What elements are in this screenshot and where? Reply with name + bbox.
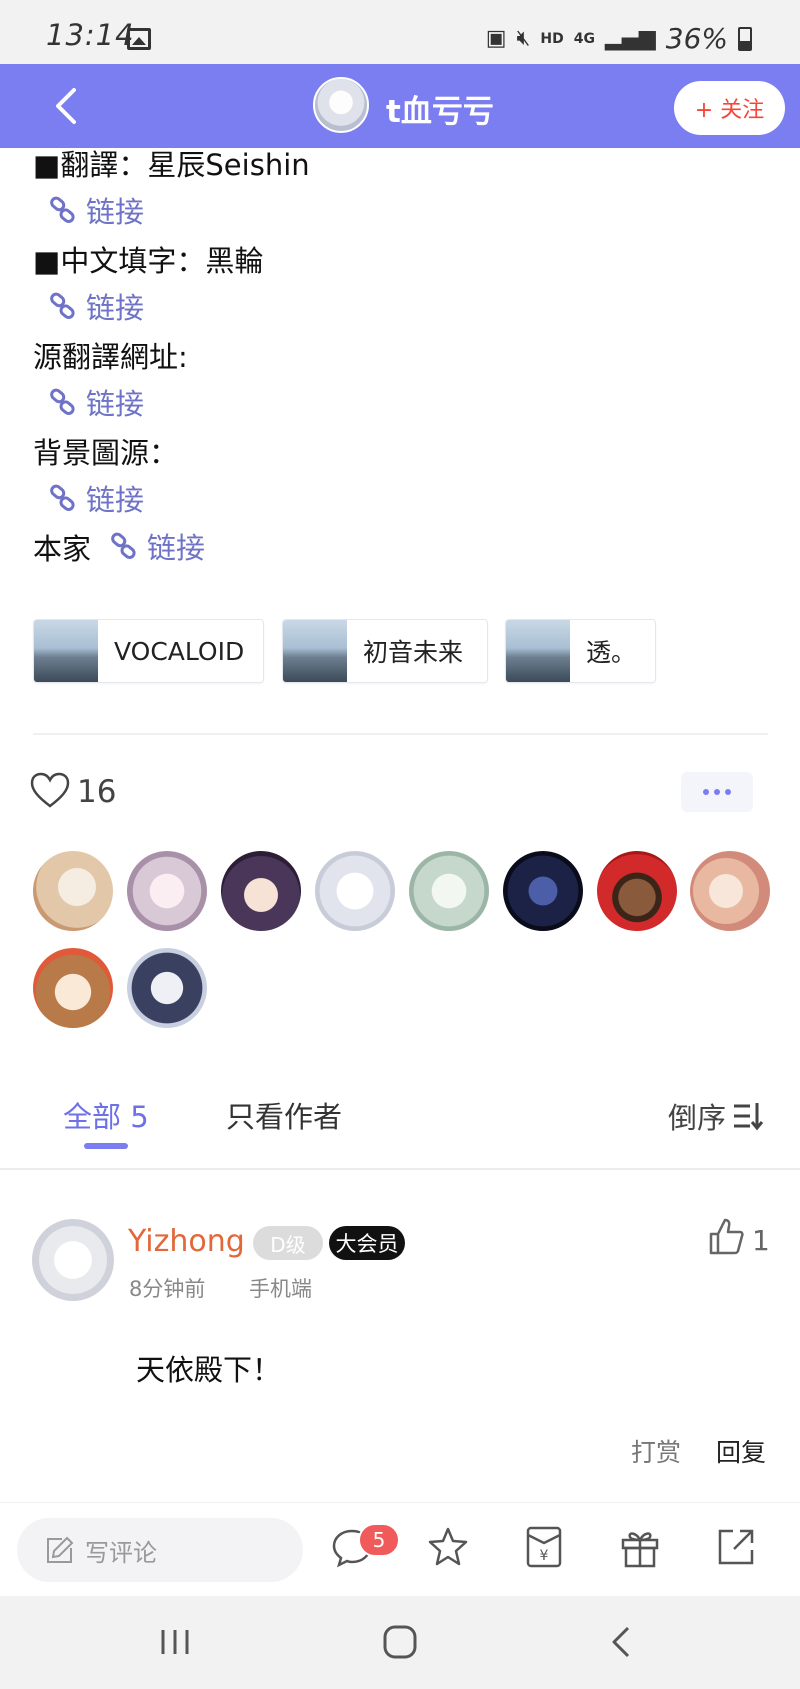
tag-hatsune-miku[interactable]: 初音未来 [282,619,488,683]
tag-thumbnail [34,620,98,682]
battery-percent: 36% [665,22,728,55]
tabs-divider [0,1168,800,1170]
system-back-icon[interactable] [600,1620,644,1664]
liker-avatar[interactable] [409,851,489,931]
active-tab-indicator [84,1143,128,1149]
liker-avatar[interactable] [315,851,395,931]
status-bar: 13:14 ▣ 🔇︎ HD 4G ▂▄▆ 36% [0,0,800,64]
thumbs-up-icon[interactable] [707,1216,745,1256]
level-badge: D级 [253,1226,323,1260]
liker-avatar[interactable] [127,948,207,1028]
liker-avatar[interactable] [127,851,207,931]
liker-avatar[interactable] [221,851,301,931]
sort-button[interactable]: 倒序 [668,1095,764,1137]
link-translation[interactable]: 链接 [48,189,144,231]
link-background[interactable]: 链接 [48,477,144,519]
credit-translation: ■翻譯：星辰Seishin [33,148,310,182]
hd-indicator: HD [540,30,564,47]
comment-time: 8分钟前 [129,1277,206,1301]
back-arrow-icon[interactable] [48,86,88,126]
link-source-url[interactable]: 链接 [48,381,144,423]
credit-original: 本家 [33,532,92,566]
liker-avatar[interactable] [597,851,677,931]
link-label: 链接 [86,291,145,325]
star-icon[interactable] [426,1525,470,1569]
link-lyrics[interactable]: 链接 [48,285,144,327]
status-time: 13:14 [46,18,135,52]
tag-label: 透。 [586,638,637,667]
link-original[interactable]: 链接 [109,525,205,567]
tag-tou[interactable]: 透。 [505,619,656,683]
tag-vocaloid[interactable]: VOCALOID [33,619,264,683]
recent-apps-icon[interactable] [153,1620,197,1664]
content-divider [33,733,768,735]
link-icon [111,532,136,559]
signal-icon: ▂▄▆ [605,26,656,51]
dot-icon [725,789,731,795]
tip-button[interactable]: 打赏 [631,1433,681,1469]
comment-input[interactable]: 写评论 [17,1518,303,1582]
comment-device: 手机端 [249,1277,312,1301]
commenter-avatar[interactable] [32,1219,114,1301]
commenter-name[interactable]: Yizhong [128,1224,245,1259]
credit-background: 背景圖源： [33,436,179,470]
sort-icon [734,1103,764,1131]
share-icon[interactable] [714,1525,758,1569]
comment-text: 天依殿下！ [136,1353,282,1387]
credit-source-url: 源翻譯網址: [33,340,188,374]
tag-thumbnail [506,620,570,682]
home-icon[interactable] [378,1620,422,1664]
edit-icon [47,1536,74,1563]
link-label: 链接 [147,531,206,565]
link-icon [50,388,75,415]
red-envelope-icon[interactable]: ¥ [522,1525,566,1569]
credit-lyrics: ■中文填字：黑輪 [33,244,264,278]
gift-icon[interactable] [618,1525,662,1569]
liker-avatar[interactable] [690,851,770,931]
dot-icon [714,789,720,795]
comment-placeholder: 写评论 [85,1538,157,1567]
liker-avatar[interactable] [503,851,583,931]
tab-author-only[interactable]: 只看作者 [226,1094,342,1136]
system-nav-bar [0,1596,800,1689]
follow-button[interactable]: + 关注 [674,81,785,135]
vip-badge: 大会员 [329,1226,405,1260]
link-label: 链接 [86,195,145,229]
mute-icon: 🔇︎ [516,26,531,51]
battery-saver-icon: ▣ [485,26,507,51]
tag-thumbnail [283,620,347,682]
link-icon [50,292,75,319]
gallery-icon [127,28,151,50]
liker-avatar[interactable] [33,851,113,931]
author-avatar[interactable] [313,77,369,133]
tag-label: 初音未来 [363,638,464,667]
network-indicator: 4G [573,30,595,47]
tab-all-comments[interactable]: 全部 5 [63,1094,149,1136]
liker-avatar[interactable] [33,948,113,1028]
comment-count-badge: 5 [358,1523,400,1557]
nav-bar: t血亏亏 + 关注 [0,64,800,148]
link-icon [50,484,75,511]
battery-icon [738,26,752,51]
like-count: 16 [77,774,117,810]
dot-icon [703,789,709,795]
tag-label: VOCALOID [114,636,245,666]
link-label: 链接 [86,483,145,517]
link-icon [50,196,75,223]
status-icons: ▣ 🔇︎ HD 4G ▂▄▆ 36% [486,22,752,55]
comment-like-count: 1 [752,1224,770,1257]
author-name[interactable]: t血亏亏 [386,86,494,131]
bottom-toolbar: 写评论 5 ¥ [0,1502,800,1594]
link-label: 链接 [86,387,145,421]
more-options-button[interactable] [681,772,753,812]
svg-text:¥: ¥ [540,1548,549,1564]
heart-icon[interactable] [30,772,70,808]
reply-button[interactable]: 回复 [716,1433,766,1469]
sort-label: 倒序 [668,1101,727,1135]
